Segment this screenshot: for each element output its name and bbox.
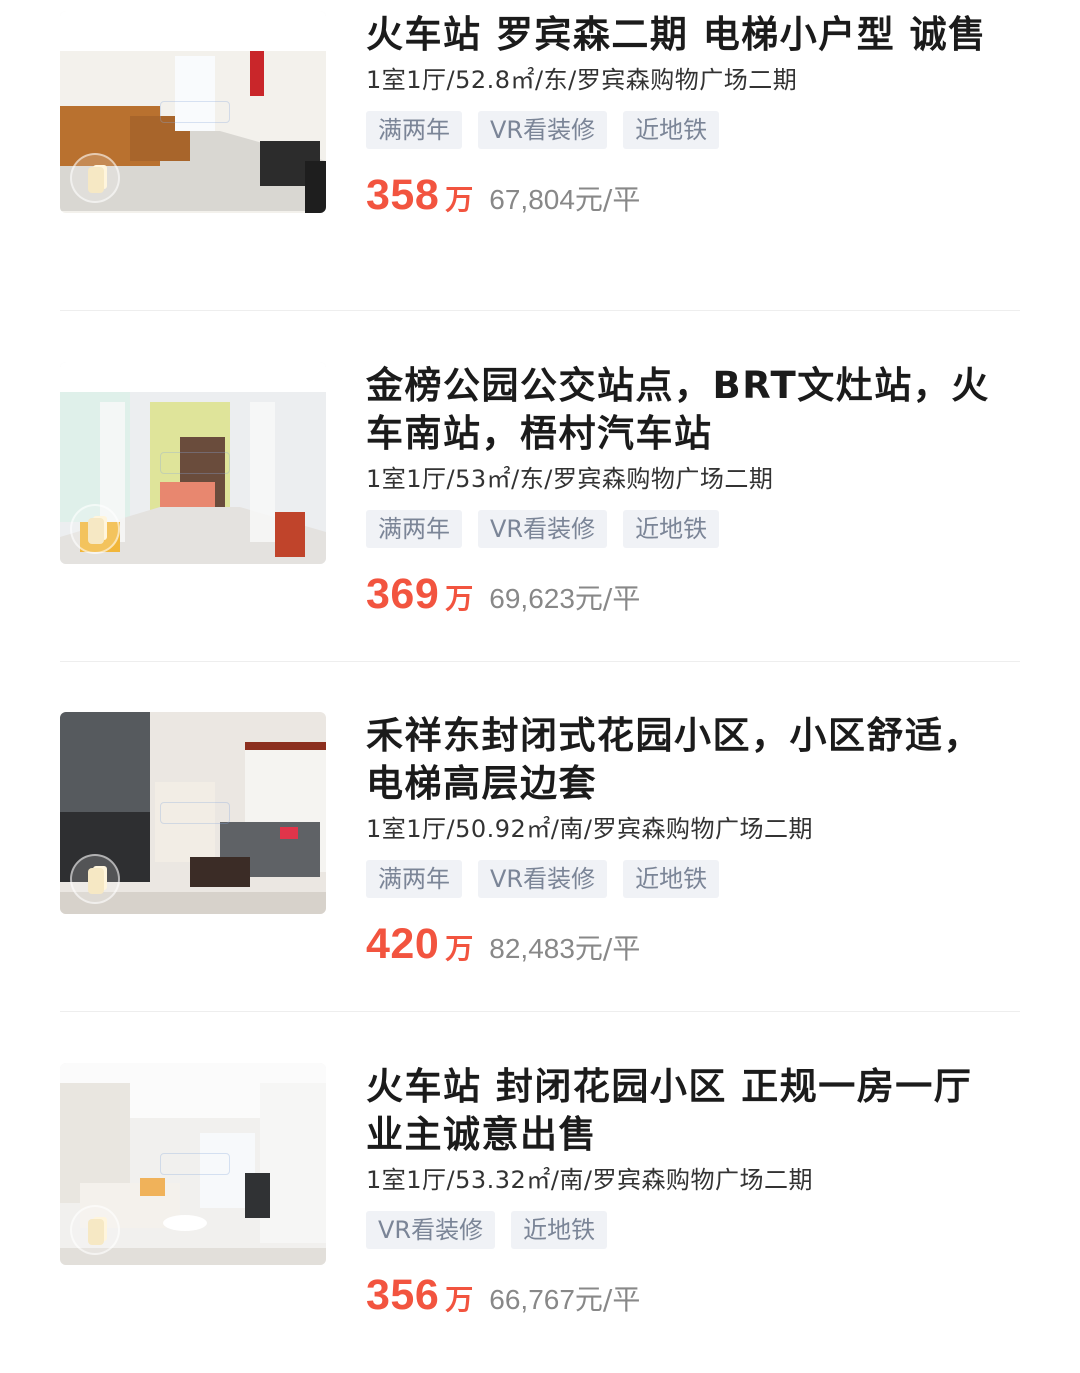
price-per-sqm-suffix: 元/平: [574, 1283, 641, 1316]
listing-info: 禾祥东封闭式花园小区，小区舒适，电梯高层边套 1室1厅/50.92㎡/南/罗宾森…: [366, 712, 1020, 969]
vr-view-icon[interactable]: [70, 854, 120, 904]
listing-meta: 1室1厅/52.8㎡/东/罗宾森购物广场二期: [366, 66, 798, 94]
vr-view-icon[interactable]: [70, 153, 120, 203]
price-per-sqm-suffix: 元/平: [574, 932, 641, 965]
listing-title[interactable]: 火车站 封闭花园小区 正规一房一厅 业主诚意出售: [366, 1063, 1020, 1159]
tag: VR看装修: [478, 111, 608, 149]
price-per-sqm: 66,767: [489, 1284, 575, 1315]
listing-tags: VR看装修 近地铁: [366, 1211, 1020, 1249]
listing-title[interactable]: 禾祥东封闭式花园小区，小区舒适，电梯高层边套: [366, 712, 1020, 808]
tag: 近地铁: [623, 510, 720, 548]
price-total: 420: [366, 920, 440, 968]
listing-tags: 满两年 VR看装修 近地铁: [366, 510, 1020, 548]
price-per-sqm: 67,804: [489, 184, 575, 215]
vr-view-icon[interactable]: [70, 1205, 120, 1255]
watermark-logo: [160, 1153, 230, 1175]
tag: 近地铁: [623, 860, 720, 898]
price-per-sqm-suffix: 元/平: [574, 582, 641, 615]
listing-info: 火车站 罗宾森二期 电梯小户型 诚售 1室1厅/52.8㎡/东/罗宾森购物广场二…: [366, 11, 1020, 220]
listing-tags: 满两年 VR看装修 近地铁: [366, 111, 1020, 149]
listing-photo[interactable]: [60, 11, 326, 213]
tag: 满两年: [366, 510, 462, 548]
listing-meta: 1室1厅/50.92㎡/南/罗宾森购物广场二期: [366, 815, 814, 843]
price-total: 356: [366, 1271, 440, 1319]
tag: 近地铁: [511, 1211, 608, 1249]
price-unit: 万: [445, 183, 474, 216]
price-row: 369 万 69,623 元/平: [366, 570, 1020, 619]
listing-title[interactable]: 金榜公园公交站点，BRT文灶站，火车南站，梧村汽车站: [366, 362, 1020, 458]
tag: 满两年: [366, 860, 462, 898]
watermark-logo: [160, 101, 230, 123]
tag: 满两年: [366, 111, 462, 149]
watermark-logo: [160, 802, 230, 824]
price-per-sqm: 69,623: [489, 583, 575, 614]
price-unit: 万: [445, 582, 474, 615]
listing-card[interactable]: 金榜公园公交站点，BRT文灶站，火车南站，梧村汽车站 1室1厅/53㎡/东/罗宾…: [60, 362, 1020, 672]
price-per-sqm-suffix: 元/平: [574, 183, 641, 216]
price-unit: 万: [445, 932, 474, 965]
listing-photo[interactable]: [60, 1063, 326, 1265]
listing-tags: 满两年 VR看装修 近地铁: [366, 860, 1020, 898]
listing-meta: 1室1厅/53㎡/东/罗宾森购物广场二期: [366, 465, 774, 493]
price-row: 420 万 82,483 元/平: [366, 920, 1020, 969]
vr-view-icon[interactable]: [70, 504, 120, 554]
listing-title[interactable]: 火车站 罗宾森二期 电梯小户型 诚售: [366, 11, 1020, 59]
listing-photo[interactable]: [60, 362, 326, 564]
divider: [60, 310, 1020, 311]
listing-info: 火车站 封闭花园小区 正规一房一厅 业主诚意出售 1室1厅/53.32㎡/南/罗…: [366, 1063, 1020, 1320]
listing-card[interactable]: 火车站 封闭花园小区 正规一房一厅 业主诚意出售 1室1厅/53.32㎡/南/罗…: [60, 1063, 1020, 1373]
tag: 近地铁: [623, 111, 720, 149]
price-row: 358 万 67,804 元/平: [366, 171, 1020, 220]
listing-photo[interactable]: [60, 712, 326, 914]
listing-card[interactable]: 禾祥东封闭式花园小区，小区舒适，电梯高层边套 1室1厅/50.92㎡/南/罗宾森…: [60, 712, 1020, 1022]
divider: [60, 1011, 1020, 1012]
price-total: 369: [366, 570, 440, 618]
listing-meta: 1室1厅/53.32㎡/南/罗宾森购物广场二期: [366, 1166, 814, 1194]
price-total: 358: [366, 171, 440, 219]
listing-info: 金榜公园公交站点，BRT文灶站，火车南站，梧村汽车站 1室1厅/53㎡/东/罗宾…: [366, 362, 1020, 619]
divider: [60, 661, 1020, 662]
listing-card[interactable]: 火车站 罗宾森二期 电梯小户型 诚售 1室1厅/52.8㎡/东/罗宾森购物广场二…: [60, 11, 1020, 321]
price-per-sqm: 82,483: [489, 933, 575, 964]
price-unit: 万: [445, 1283, 474, 1316]
tag: VR看装修: [366, 1211, 496, 1249]
tag: VR看装修: [478, 860, 608, 898]
watermark-logo: [160, 452, 230, 474]
price-row: 356 万 66,767 元/平: [366, 1271, 1020, 1320]
tag: VR看装修: [478, 510, 608, 548]
